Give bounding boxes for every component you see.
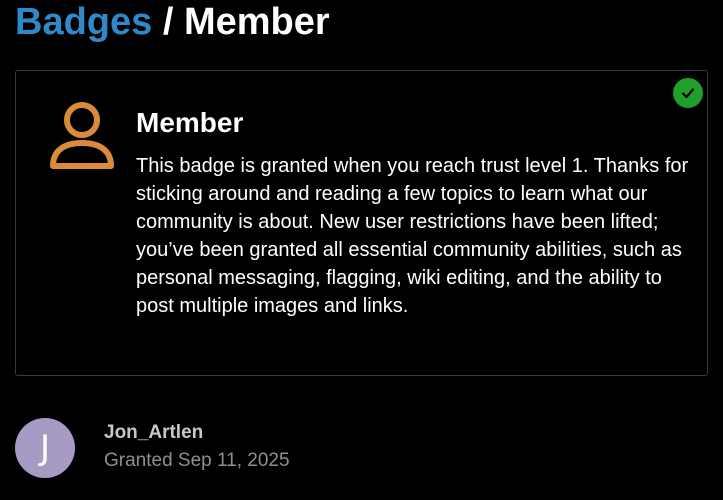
- granted-date: Granted Sep 11, 2025: [104, 450, 290, 471]
- badge-card: Member This badge is granted when you re…: [15, 70, 708, 376]
- check-circle-icon: [673, 78, 703, 108]
- badge-description: This badge is granted when you reach tru…: [136, 155, 689, 317]
- badge-name: Member: [136, 107, 244, 138]
- breadcrumb-separator: /: [152, 1, 184, 43]
- username-link[interactable]: Jon_Artlen: [104, 421, 203, 445]
- avatar[interactable]: J: [15, 418, 75, 478]
- user-icon: [47, 100, 117, 172]
- breadcrumb-badges-link[interactable]: Badges: [15, 1, 152, 43]
- page-title: Badges / Member: [15, 2, 330, 42]
- granted-user-row: J Jon_Artlen Granted Sep 11, 2025: [15, 418, 708, 480]
- breadcrumb-current: Member: [183, 1, 330, 43]
- page: Badges / Member Member This badge is gra…: [0, 0, 723, 500]
